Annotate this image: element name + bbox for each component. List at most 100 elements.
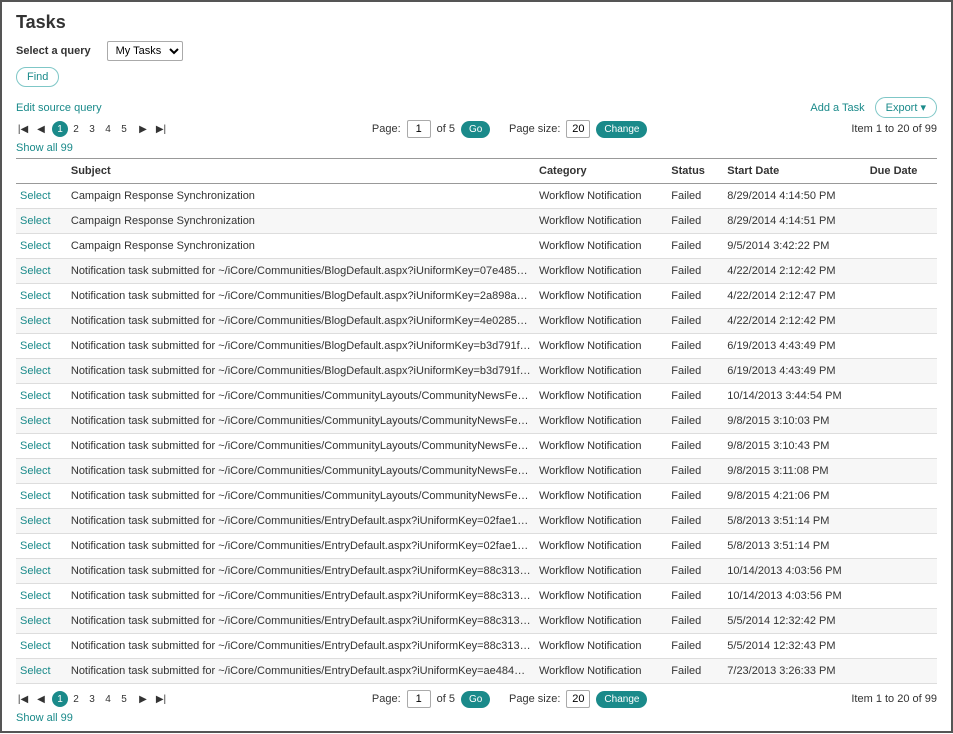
col-header-category[interactable]: Category [535, 159, 667, 184]
cell-due [866, 609, 937, 634]
go-button[interactable]: Go [461, 121, 490, 138]
table-row: Select Notification task submitted for ~/… [16, 434, 937, 459]
col-header-status[interactable]: Status [667, 159, 723, 184]
cell-start: 5/8/2013 3:51:14 PM [723, 534, 865, 559]
cell-start: 5/5/2014 12:32:42 PM [723, 609, 865, 634]
table-row: SelectNotification task submitted for ~/… [16, 409, 937, 434]
select-link[interactable]: Select [20, 315, 51, 327]
cell-subject: Notification task submitted for ~/iCore/… [67, 659, 535, 684]
page-size-input[interactable] [566, 690, 590, 708]
page-number-1[interactable]: 1 [52, 121, 68, 137]
cell-category: Workflow Notification [535, 634, 667, 659]
cell-start: 9/8/2015 3:10:43 PM [723, 434, 865, 459]
page-number-3[interactable]: 3 [84, 691, 100, 707]
page-number-5[interactable]: 5 [116, 121, 132, 137]
cell-due [866, 459, 937, 484]
col-header-due[interactable]: Due Date [866, 159, 937, 184]
cell-category: Workflow Notification [535, 659, 667, 684]
select-link[interactable]: Select [20, 240, 51, 252]
prev-page-icon[interactable]: ◀ [34, 692, 48, 706]
select-link[interactable]: Select [20, 465, 51, 477]
cell-status: Failed [667, 459, 723, 484]
cell-due [866, 334, 937, 359]
cell-subject: Campaign Response Synchronization [67, 184, 535, 209]
table-row: Select Notification task submitted for ~/… [16, 509, 937, 534]
last-page-icon[interactable]: ▶| [154, 692, 168, 706]
page-number-1[interactable]: 1 [52, 691, 68, 707]
page-size-input[interactable] [566, 120, 590, 138]
select-link[interactable]: Select [20, 265, 51, 277]
add-task-link[interactable]: Add a Task [810, 102, 864, 114]
page-number-2[interactable]: 2 [68, 121, 84, 137]
select-link[interactable]: Select [20, 590, 51, 602]
first-page-icon[interactable]: |◀ [16, 692, 30, 706]
cell-category: Workflow Notification [535, 509, 667, 534]
col-header-subject[interactable]: Subject [67, 159, 535, 184]
col-header-select[interactable] [16, 159, 67, 184]
cell-subject: Notification task submitted for ~/iCore/… [67, 434, 535, 459]
cell-subject: Notification task submitted for ~/iCore/… [67, 284, 535, 309]
select-link[interactable]: Select [20, 615, 51, 627]
page-input[interactable] [407, 690, 431, 708]
cell-subject: Notification task submitted for ~/iCore/… [67, 259, 535, 284]
tasks-table: Subject Category Status Start Date Due D… [16, 158, 937, 684]
go-button[interactable]: Go [461, 691, 490, 708]
page-number-4[interactable]: 4 [100, 691, 116, 707]
table-row: SelectNotification task submitted for ~/… [16, 384, 937, 409]
cell-start: 4/22/2014 2:12:42 PM [723, 309, 865, 334]
page-title: Tasks [16, 12, 937, 33]
export-button[interactable]: Export ▾ [875, 97, 937, 118]
select-link[interactable]: Select [20, 340, 51, 352]
first-page-icon[interactable]: |◀ [16, 122, 30, 136]
cell-subject: Campaign Response Synchronization [67, 234, 535, 259]
select-link[interactable]: Select [20, 190, 51, 202]
show-all-link[interactable]: Show all 99 [16, 142, 937, 154]
page-size-label: Page size: [509, 693, 560, 705]
cell-due [866, 259, 937, 284]
page-number-4[interactable]: 4 [100, 121, 116, 137]
select-link[interactable]: Select [20, 390, 51, 402]
cell-start: 4/22/2014 2:12:42 PM [723, 259, 865, 284]
change-button[interactable]: Change [596, 691, 647, 708]
next-page-icon[interactable]: ▶ [136, 692, 150, 706]
cell-subject: Notification task submitted for ~/iCore/… [67, 509, 535, 534]
cell-category: Workflow Notification [535, 534, 667, 559]
query-select[interactable]: My Tasks [107, 41, 183, 61]
select-link[interactable]: Select [20, 665, 51, 677]
col-header-start[interactable]: Start Date [723, 159, 865, 184]
cell-category: Workflow Notification [535, 434, 667, 459]
select-link[interactable]: Select [20, 290, 51, 302]
page-input[interactable] [407, 120, 431, 138]
select-link[interactable]: Select [20, 215, 51, 227]
cell-status: Failed [667, 284, 723, 309]
cell-due [866, 434, 937, 459]
cell-category: Workflow Notification [535, 334, 667, 359]
page-number-5[interactable]: 5 [116, 691, 132, 707]
cell-start: 4/22/2014 2:12:47 PM [723, 284, 865, 309]
cell-due [866, 284, 937, 309]
select-link[interactable]: Select [20, 640, 51, 652]
page-number-3[interactable]: 3 [84, 121, 100, 137]
select-link[interactable]: Select [20, 490, 51, 502]
cell-category: Workflow Notification [535, 309, 667, 334]
change-button[interactable]: Change [596, 121, 647, 138]
select-link[interactable]: Select [20, 540, 51, 552]
select-link[interactable]: Select [20, 565, 51, 577]
cell-category: Workflow Notification [535, 409, 667, 434]
select-link[interactable]: Select [20, 440, 51, 452]
cell-category: Workflow Notification [535, 259, 667, 284]
select-link[interactable]: Select [20, 415, 51, 427]
page-number-2[interactable]: 2 [68, 691, 84, 707]
find-button[interactable]: Find [16, 67, 59, 87]
edit-source-query-link[interactable]: Edit source query [16, 102, 102, 114]
show-all-link[interactable]: Show all 99 [16, 712, 937, 724]
select-link[interactable]: Select [20, 365, 51, 377]
table-row: Select Notification task submitted for ~/… [16, 259, 937, 284]
select-link[interactable]: Select [20, 515, 51, 527]
cell-due [866, 534, 937, 559]
prev-page-icon[interactable]: ◀ [34, 122, 48, 136]
next-page-icon[interactable]: ▶ [136, 122, 150, 136]
table-row: SelectNotification task submitted for ~/… [16, 334, 937, 359]
last-page-icon[interactable]: ▶| [154, 122, 168, 136]
cell-category: Workflow Notification [535, 609, 667, 634]
